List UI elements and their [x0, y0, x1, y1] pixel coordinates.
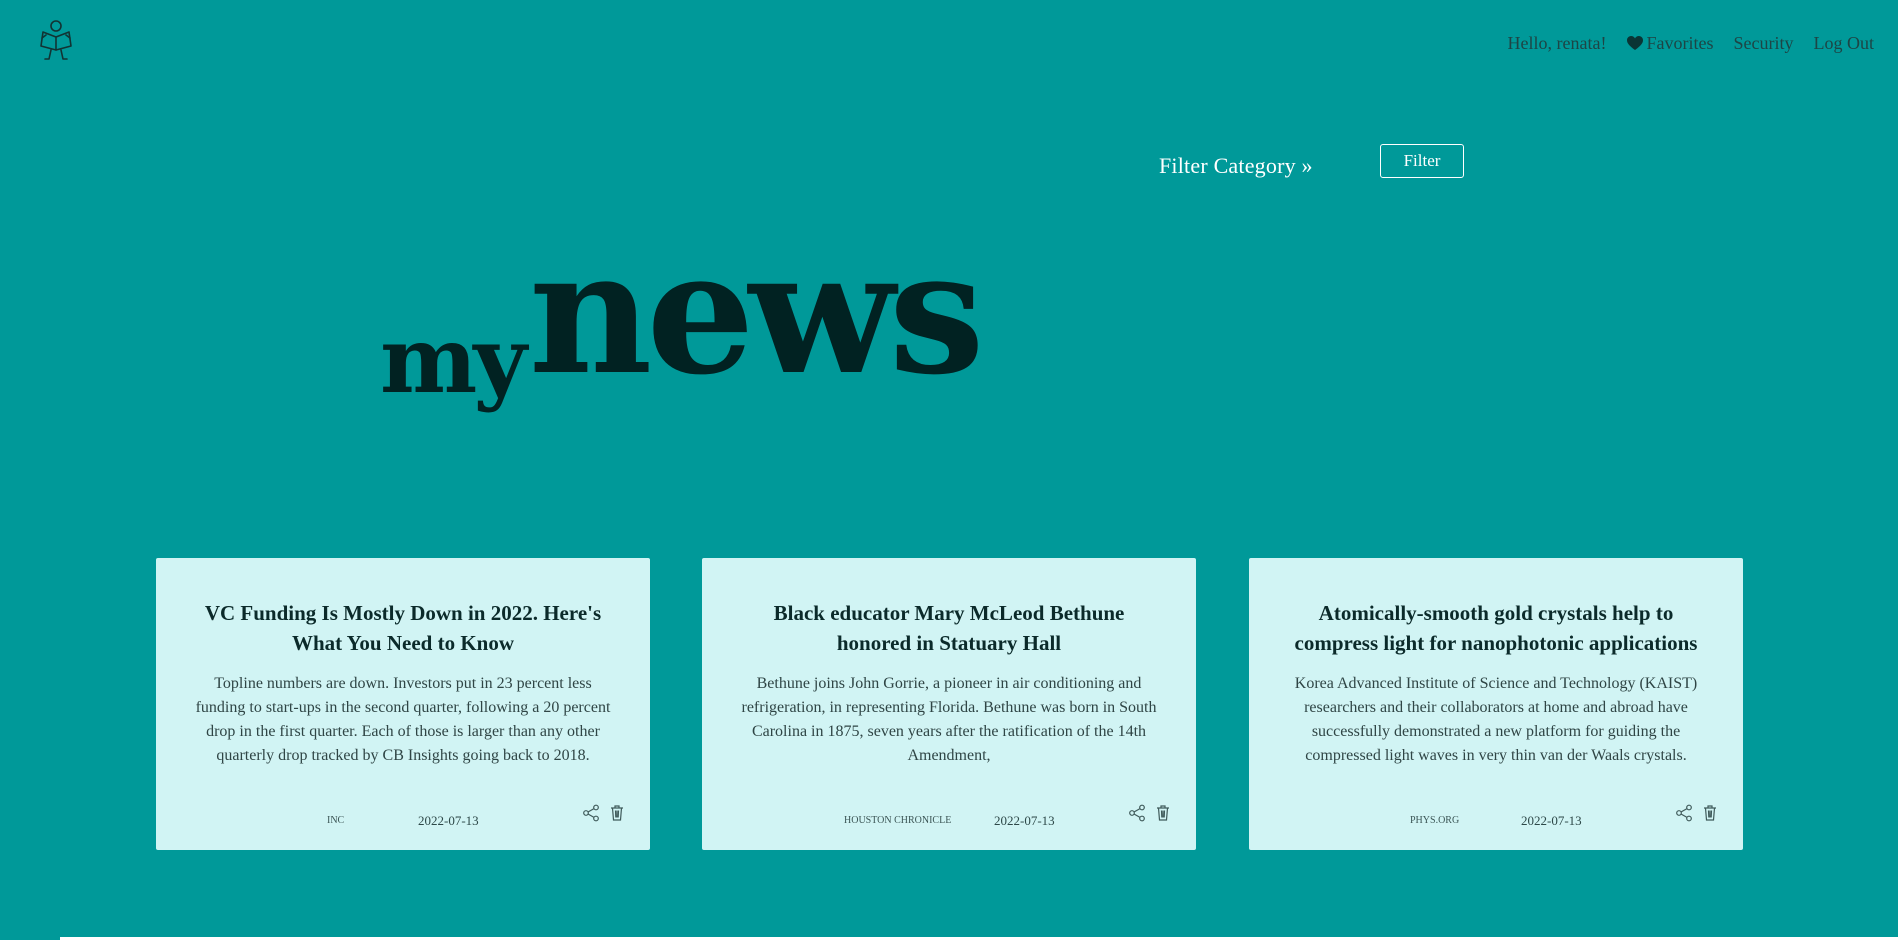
trash-icon[interactable] — [608, 804, 626, 822]
filter-category-toggle[interactable]: Filter Category » — [1159, 153, 1313, 179]
favorites-label: Favorites — [1646, 33, 1714, 53]
brand-prefix: my — [380, 306, 527, 414]
article-card: Black educator Mary McLeod Bethune honor… — [702, 558, 1196, 850]
share-icon[interactable] — [1675, 804, 1693, 822]
article-source: HOUSTON CHRONICLE — [844, 815, 952, 826]
article-source: INC — [327, 815, 345, 826]
logo[interactable] — [38, 18, 74, 62]
logout-link[interactable]: Log Out — [1814, 33, 1875, 54]
article-title[interactable]: Black educator Mary McLeod Bethune honor… — [738, 598, 1160, 658]
favorites-link[interactable]: Favorites — [1626, 33, 1714, 54]
article-date: 2022-07-13 — [994, 813, 1055, 828]
article-title[interactable]: Atomically-smooth gold crystals help to … — [1285, 598, 1707, 658]
article-actions — [1675, 804, 1719, 822]
article-description: Korea Advanced Institute of Science and … — [1294, 675, 1698, 764]
share-icon[interactable] — [1128, 804, 1146, 822]
brand-main: news — [528, 213, 985, 413]
greeting: Hello, renata! — [1507, 33, 1607, 53]
article-description: Topline numbers are down. Investors put … — [195, 675, 611, 764]
share-icon[interactable] — [582, 804, 600, 822]
article-title[interactable]: VC Funding Is Mostly Down in 2022. Here'… — [192, 598, 614, 658]
article-card: Atomically-smooth gold crystals help to … — [1249, 558, 1743, 850]
article-actions — [1128, 804, 1172, 822]
filter-button[interactable]: Filter — [1380, 144, 1464, 178]
brand-title: my news — [380, 213, 985, 414]
article-card: VC Funding Is Mostly Down in 2022. Here'… — [156, 558, 650, 850]
article-description: Bethune joins John Gorrie, a pioneer in … — [741, 675, 1157, 764]
article-date: 2022-07-13 — [1521, 813, 1582, 828]
article-actions — [582, 804, 626, 822]
article-source: PHYS.ORG — [1410, 815, 1460, 826]
trash-icon[interactable] — [1701, 804, 1719, 822]
heart-icon — [1626, 36, 1643, 50]
trash-icon[interactable] — [1154, 804, 1172, 822]
reading-person-logo-icon — [40, 20, 72, 60]
top-navigation: Hello, renata! Favorites Security Log Ou… — [1508, 33, 1874, 54]
article-date: 2022-07-13 — [418, 813, 479, 828]
security-link[interactable]: Security — [1734, 33, 1794, 54]
